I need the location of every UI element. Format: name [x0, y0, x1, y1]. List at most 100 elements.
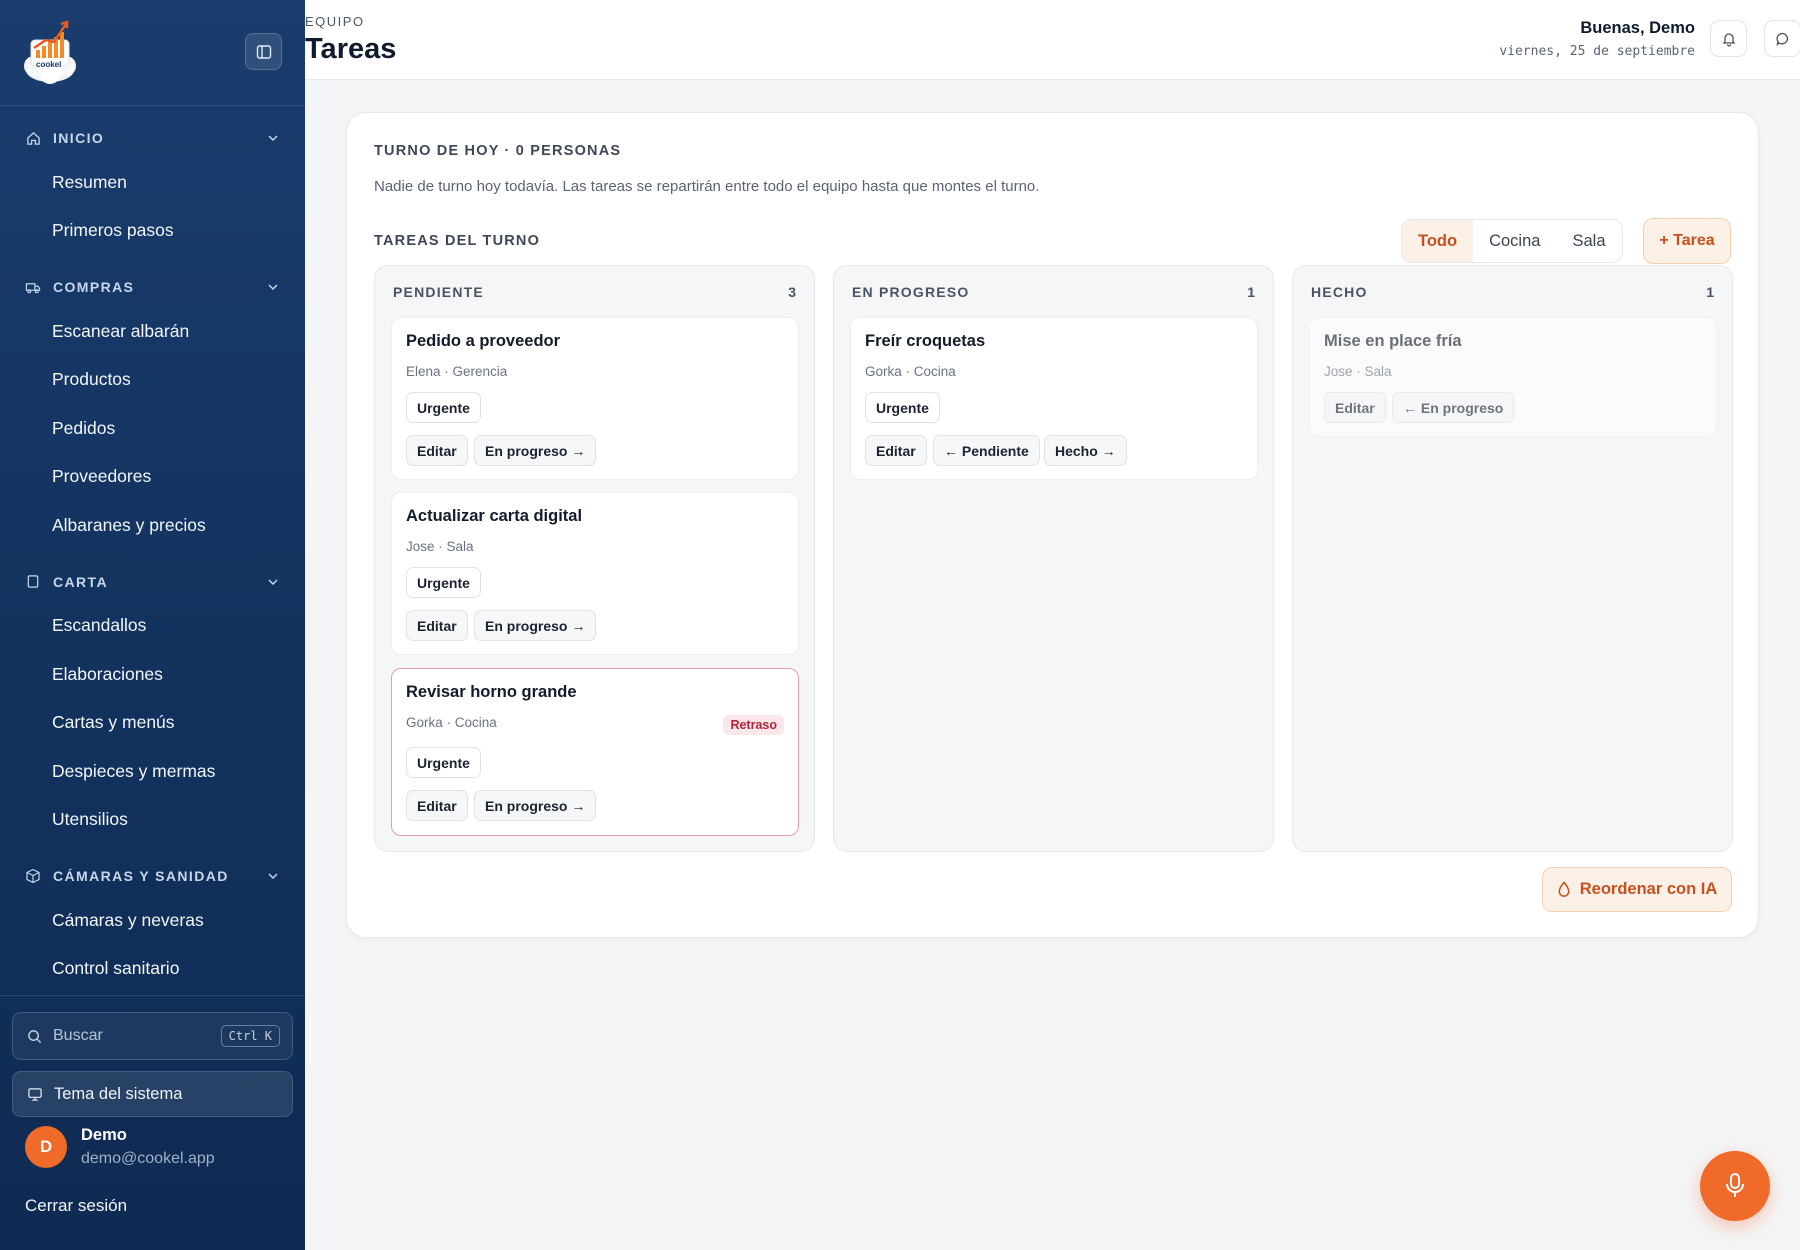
- avatar: D: [25, 1126, 67, 1168]
- task-title: Revisar horno grande: [406, 683, 577, 701]
- greeting-name: Buenas, Demo: [1580, 19, 1695, 37]
- chevron-down-icon: [268, 873, 278, 880]
- column-pendiente: PENDIENTE 3 Pedido a proveedor Elena · G…: [374, 265, 815, 852]
- nav-item-albaranes-precios[interactable]: Albaranes y precios: [0, 501, 305, 550]
- top-header: EQUIPO Tareas Buenas, Demo viernes, 25 d…: [305, 0, 1800, 80]
- shift-description: Nadie de turno hoy todavía. Las tareas s…: [374, 178, 1040, 195]
- nav-item-escandallos[interactable]: Escandallos: [0, 602, 305, 651]
- move-to-progress-button[interactable]: En progreso →: [474, 435, 597, 466]
- nav-item-utensilios[interactable]: Utensilios: [0, 796, 305, 845]
- search-input[interactable]: Buscar Ctrl K: [12, 1012, 293, 1060]
- ai-reorder-button[interactable]: Reordenar con IA: [1542, 867, 1732, 912]
- task-filter-tabs: Todo Cocina Sala: [1401, 219, 1623, 263]
- nav-item-resumen[interactable]: Resumen: [0, 158, 305, 207]
- column-hecho: HECHO 1 Mise en place fría Jose · Sala E…: [1292, 265, 1733, 852]
- task-assignee: Gorka · Cocina: [865, 364, 956, 379]
- current-date: viernes, 25 de septiembre: [1499, 44, 1695, 59]
- task-card[interactable]: Mise en place fría Jose · Sala Editar ← …: [1309, 317, 1717, 437]
- page-title: Tareas: [305, 33, 397, 65]
- chevron-down-icon: [268, 284, 278, 291]
- user-profile[interactable]: D Demo demo@cookel.app: [25, 1126, 215, 1168]
- logo-text: cookel: [36, 60, 62, 69]
- column-count: 1: [1247, 284, 1255, 300]
- column-count: 3: [788, 284, 796, 300]
- nav-item-proveedores[interactable]: Proveedores: [0, 453, 305, 502]
- logout-button[interactable]: Cerrar sesión: [25, 1196, 127, 1216]
- column-count: 1: [1706, 284, 1714, 300]
- edit-task-button[interactable]: Editar: [406, 610, 468, 641]
- late-badge: Retraso: [723, 715, 784, 735]
- chevron-down-icon: [268, 135, 278, 142]
- bell-icon: [1721, 32, 1736, 47]
- shift-tasks-title: TAREAS DEL TURNO: [374, 233, 541, 249]
- edit-task-button[interactable]: Editar: [865, 435, 927, 466]
- add-task-button[interactable]: + Tarea: [1643, 218, 1731, 264]
- nav-section-carta[interactable]: CARTA: [0, 562, 305, 602]
- urgent-tag: Urgente: [406, 392, 481, 423]
- sidebar-header: cookel: [0, 0, 305, 106]
- search-shortcut-badge: Ctrl K: [220, 1025, 280, 1047]
- column-en-progreso: EN PROGRESO 1 Freír croquetas Gorka · Co…: [833, 265, 1274, 852]
- filter-tab-cocina[interactable]: Cocina: [1473, 220, 1556, 262]
- box-icon: [25, 868, 41, 884]
- monitor-icon: [28, 1087, 42, 1101]
- nav-item-control-sanitario[interactable]: Control sanitario: [0, 945, 305, 994]
- nav-item-pedidos[interactable]: Pedidos: [0, 404, 305, 453]
- nav-section-camaras-sanidad[interactable]: CÁMARAS Y SANIDAD: [0, 856, 305, 896]
- truck-icon: [25, 279, 41, 295]
- nav-item-primeros-pasos[interactable]: Primeros pasos: [0, 207, 305, 256]
- edit-task-button[interactable]: Editar: [1324, 392, 1386, 423]
- home-icon: [25, 130, 41, 146]
- move-to-pending-button[interactable]: ← Pendiente: [933, 435, 1040, 466]
- task-assignee: Jose · Sala: [406, 539, 474, 554]
- book-icon: [25, 574, 41, 590]
- nav-section-label: COMPRAS: [53, 279, 135, 295]
- task-card[interactable]: Freír croquetas Gorka · Cocina Urgente E…: [850, 317, 1258, 480]
- shift-title: TURNO DE HOY · 0 PERSONAS: [374, 143, 622, 159]
- task-card[interactable]: Pedido a proveedor Elena · Gerencia Urge…: [391, 317, 799, 480]
- sidebar-footer: Buscar Ctrl K Tema del sistema D Demo de…: [0, 995, 305, 1215]
- user-email: demo@cookel.app: [81, 1150, 215, 1167]
- chat-button[interactable]: [1764, 20, 1800, 57]
- shift-card: TURNO DE HOY · 0 PERSONAS Nadie de turno…: [346, 112, 1759, 938]
- nav-item-productos[interactable]: Productos: [0, 356, 305, 405]
- task-title: Freír croquetas: [865, 332, 986, 350]
- greeting: Buenas, Demo viernes, 25 de septiembre: [1499, 19, 1695, 59]
- edit-task-button[interactable]: Editar: [406, 435, 468, 466]
- notifications-button[interactable]: [1710, 20, 1747, 57]
- sidebar-nav: INICIO Resumen Primeros pasos COMPRAS Es…: [0, 106, 305, 993]
- filter-tab-todo[interactable]: Todo: [1402, 220, 1474, 262]
- nav-item-despieces-mermas[interactable]: Despieces y mermas: [0, 747, 305, 796]
- nav-item-camaras-neveras[interactable]: Cámaras y neveras: [0, 896, 305, 945]
- microphone-icon: [1726, 1173, 1744, 1197]
- sidebar: cookel INICIO Resumen Primeros pasos COM…: [0, 0, 305, 1250]
- user-name: Demo: [81, 1126, 127, 1144]
- task-assignee: Gorka · Cocina: [406, 715, 497, 730]
- move-to-progress-button[interactable]: ← En progreso: [1392, 392, 1515, 423]
- task-card[interactable]: Revisar horno grande Gorka · Cocina Retr…: [391, 668, 799, 836]
- move-to-progress-button[interactable]: En progreso →: [474, 790, 597, 821]
- task-title: Actualizar carta digital: [406, 507, 583, 525]
- sidebar-toggle-button[interactable]: [245, 33, 282, 70]
- filter-tab-sala[interactable]: Sala: [1556, 220, 1621, 262]
- nav-item-elaboraciones[interactable]: Elaboraciones: [0, 650, 305, 699]
- theme-toggle-button[interactable]: Tema del sistema: [12, 1071, 293, 1117]
- voice-input-button[interactable]: [1700, 1151, 1770, 1221]
- cookel-logo[interactable]: cookel: [22, 18, 78, 84]
- nav-section-inicio[interactable]: INICIO: [0, 118, 305, 158]
- move-to-done-button[interactable]: Hecho →: [1044, 435, 1127, 466]
- nav-section-compras[interactable]: COMPRAS: [0, 267, 305, 307]
- nav-section-label: INICIO: [53, 130, 105, 146]
- ai-reorder-label: Reordenar con IA: [1579, 880, 1718, 898]
- nav-section-label: CÁMARAS Y SANIDAD: [53, 868, 229, 884]
- nav-item-escanear-albaran[interactable]: Escanear albarán: [0, 307, 305, 356]
- column-title: HECHO: [1311, 284, 1368, 300]
- move-to-progress-button[interactable]: En progreso →: [474, 610, 597, 641]
- task-card[interactable]: Actualizar carta digital Jose · Sala Urg…: [391, 492, 799, 655]
- nav-item-cartas-menus[interactable]: Cartas y menús: [0, 699, 305, 748]
- task-title: Pedido a proveedor: [406, 332, 561, 350]
- task-title: Mise en place fría: [1324, 332, 1462, 350]
- search-placeholder: Buscar: [53, 1027, 103, 1044]
- theme-label: Tema del sistema: [54, 1084, 183, 1103]
- edit-task-button[interactable]: Editar: [406, 790, 468, 821]
